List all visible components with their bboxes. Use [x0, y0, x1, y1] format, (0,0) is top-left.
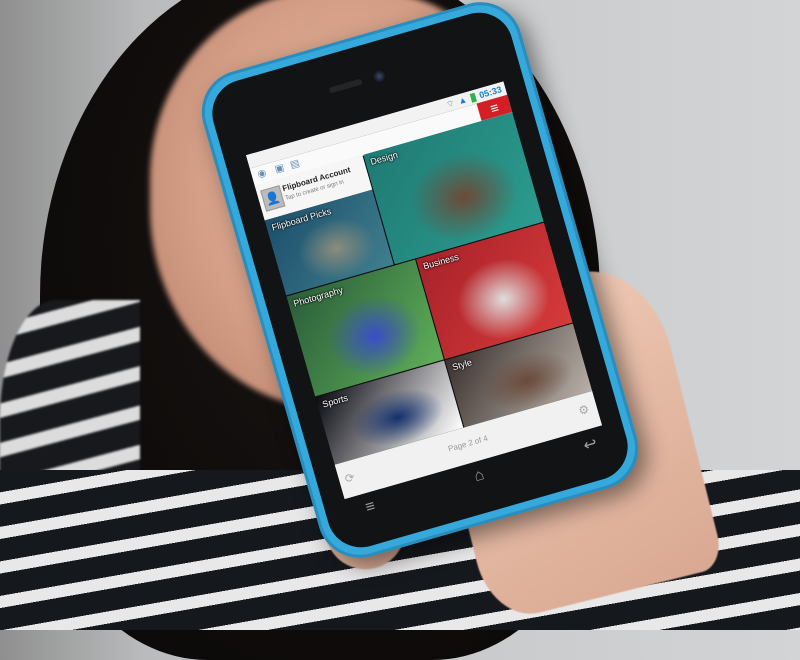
back-key-icon[interactable]: ↩ — [581, 433, 600, 456]
signal-icon: ▲ — [456, 94, 469, 107]
battery-icon — [469, 92, 477, 103]
speaker-grille — [328, 78, 363, 94]
phone-screen: ⌔ ▲ 05:33 ◉ ▣ ▤ ≡ 👤 Flipboard Account Ta… — [245, 81, 603, 500]
menu-key-icon[interactable]: ≡ — [363, 498, 377, 518]
home-key-icon[interactable]: ⌂ — [472, 466, 486, 486]
photo-icon[interactable]: ▣ — [274, 162, 286, 175]
profile-icon[interactable]: ◉ — [256, 167, 267, 180]
cover-icon[interactable]: ▤ — [289, 158, 301, 171]
front-camera — [370, 67, 388, 85]
wifi-icon: ⌔ — [444, 97, 456, 110]
